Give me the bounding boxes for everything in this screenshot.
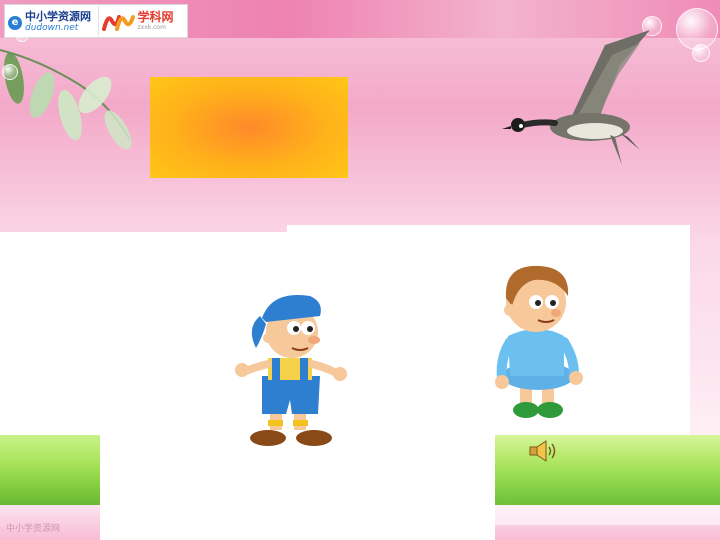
speaker-icon[interactable] [528, 438, 560, 464]
dudown-logo-url: dudown.net [25, 22, 79, 33]
bubble-icon [2, 64, 18, 80]
zxxk-logo-url: zxxk.com [137, 24, 166, 31]
leaf-branch-icon [0, 49, 132, 150]
zxxk-logo-name: 学科网 [137, 10, 174, 24]
dudown-logo-title: 中小学资源网 [25, 9, 91, 23]
zxxk-logo[interactable]: 学科网 zxxk.com [97, 6, 187, 36]
zxxk-m-logo-icon [101, 15, 135, 31]
e-globe-icon: e [8, 16, 22, 30]
grass-strip-left [0, 435, 102, 505]
flying-goose-icon [502, 30, 650, 165]
boy-sitting[interactable] [490, 258, 585, 433]
bubble-icon [692, 44, 710, 62]
boy-blue-cap[interactable] [232, 288, 350, 453]
bubble-icon [16, 30, 28, 42]
footer-watermark: 中小学资源网 [6, 524, 61, 534]
title-box [150, 77, 348, 178]
logo-bar[interactable]: e 中小学资源网 dudown.net 学科网 zxxk.com [4, 4, 188, 38]
